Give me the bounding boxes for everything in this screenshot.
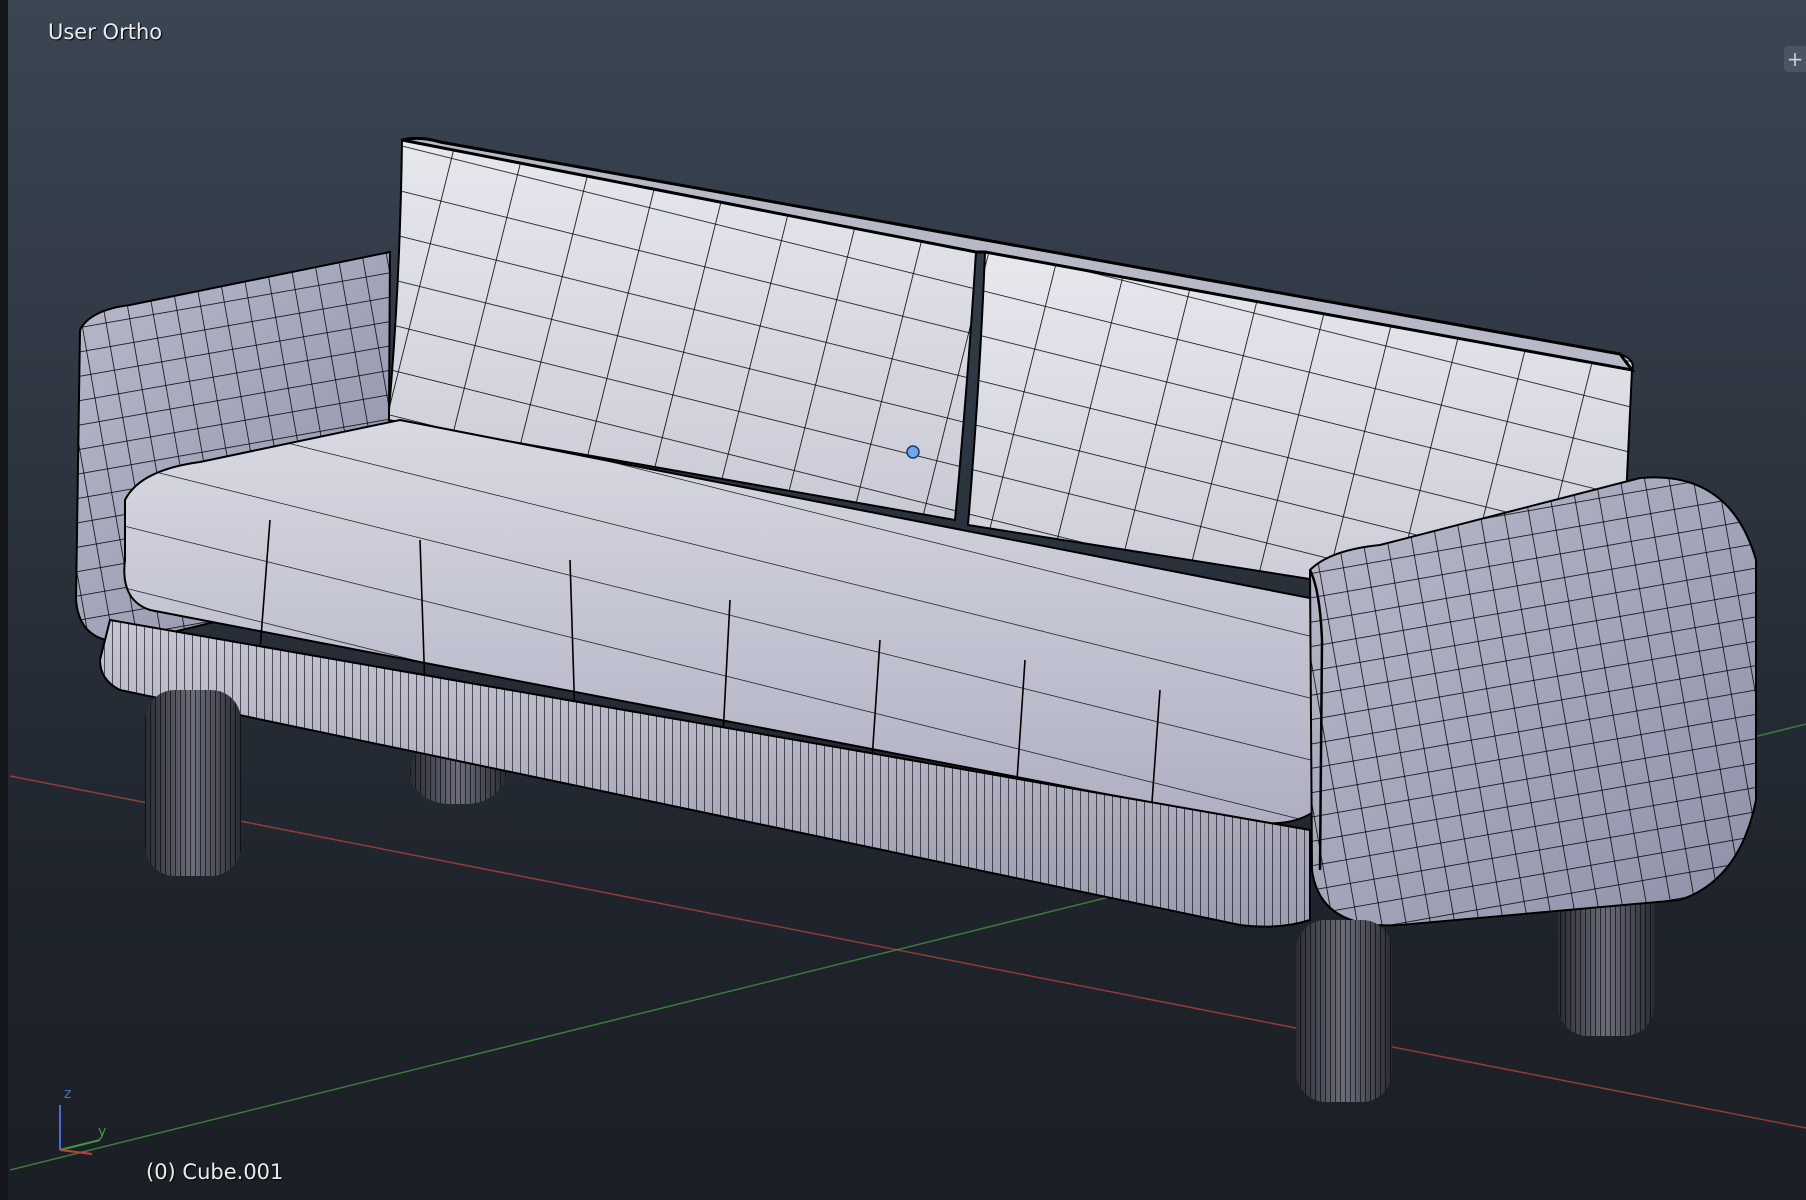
sofa-arm-right xyxy=(1308,476,1757,927)
view-name-label: User Ortho xyxy=(48,20,163,44)
sofa-leg-front-right xyxy=(1296,920,1392,1102)
axis-gizmo: z y xyxy=(59,1086,106,1155)
toolshelf-toggle-button[interactable]: + xyxy=(1784,46,1806,72)
gizmo-z-label: z xyxy=(64,1086,71,1102)
scene-canvas[interactable]: z y xyxy=(0,0,1806,1200)
3d-viewport[interactable]: z y User Ortho (0) Cube.001 + xyxy=(0,0,1806,1200)
gizmo-y-label: y xyxy=(98,1124,106,1140)
active-object-label: (0) Cube.001 xyxy=(146,1160,284,1184)
sofa-leg-front-left xyxy=(145,690,241,876)
object-origin-dot[interactable] xyxy=(906,445,920,459)
